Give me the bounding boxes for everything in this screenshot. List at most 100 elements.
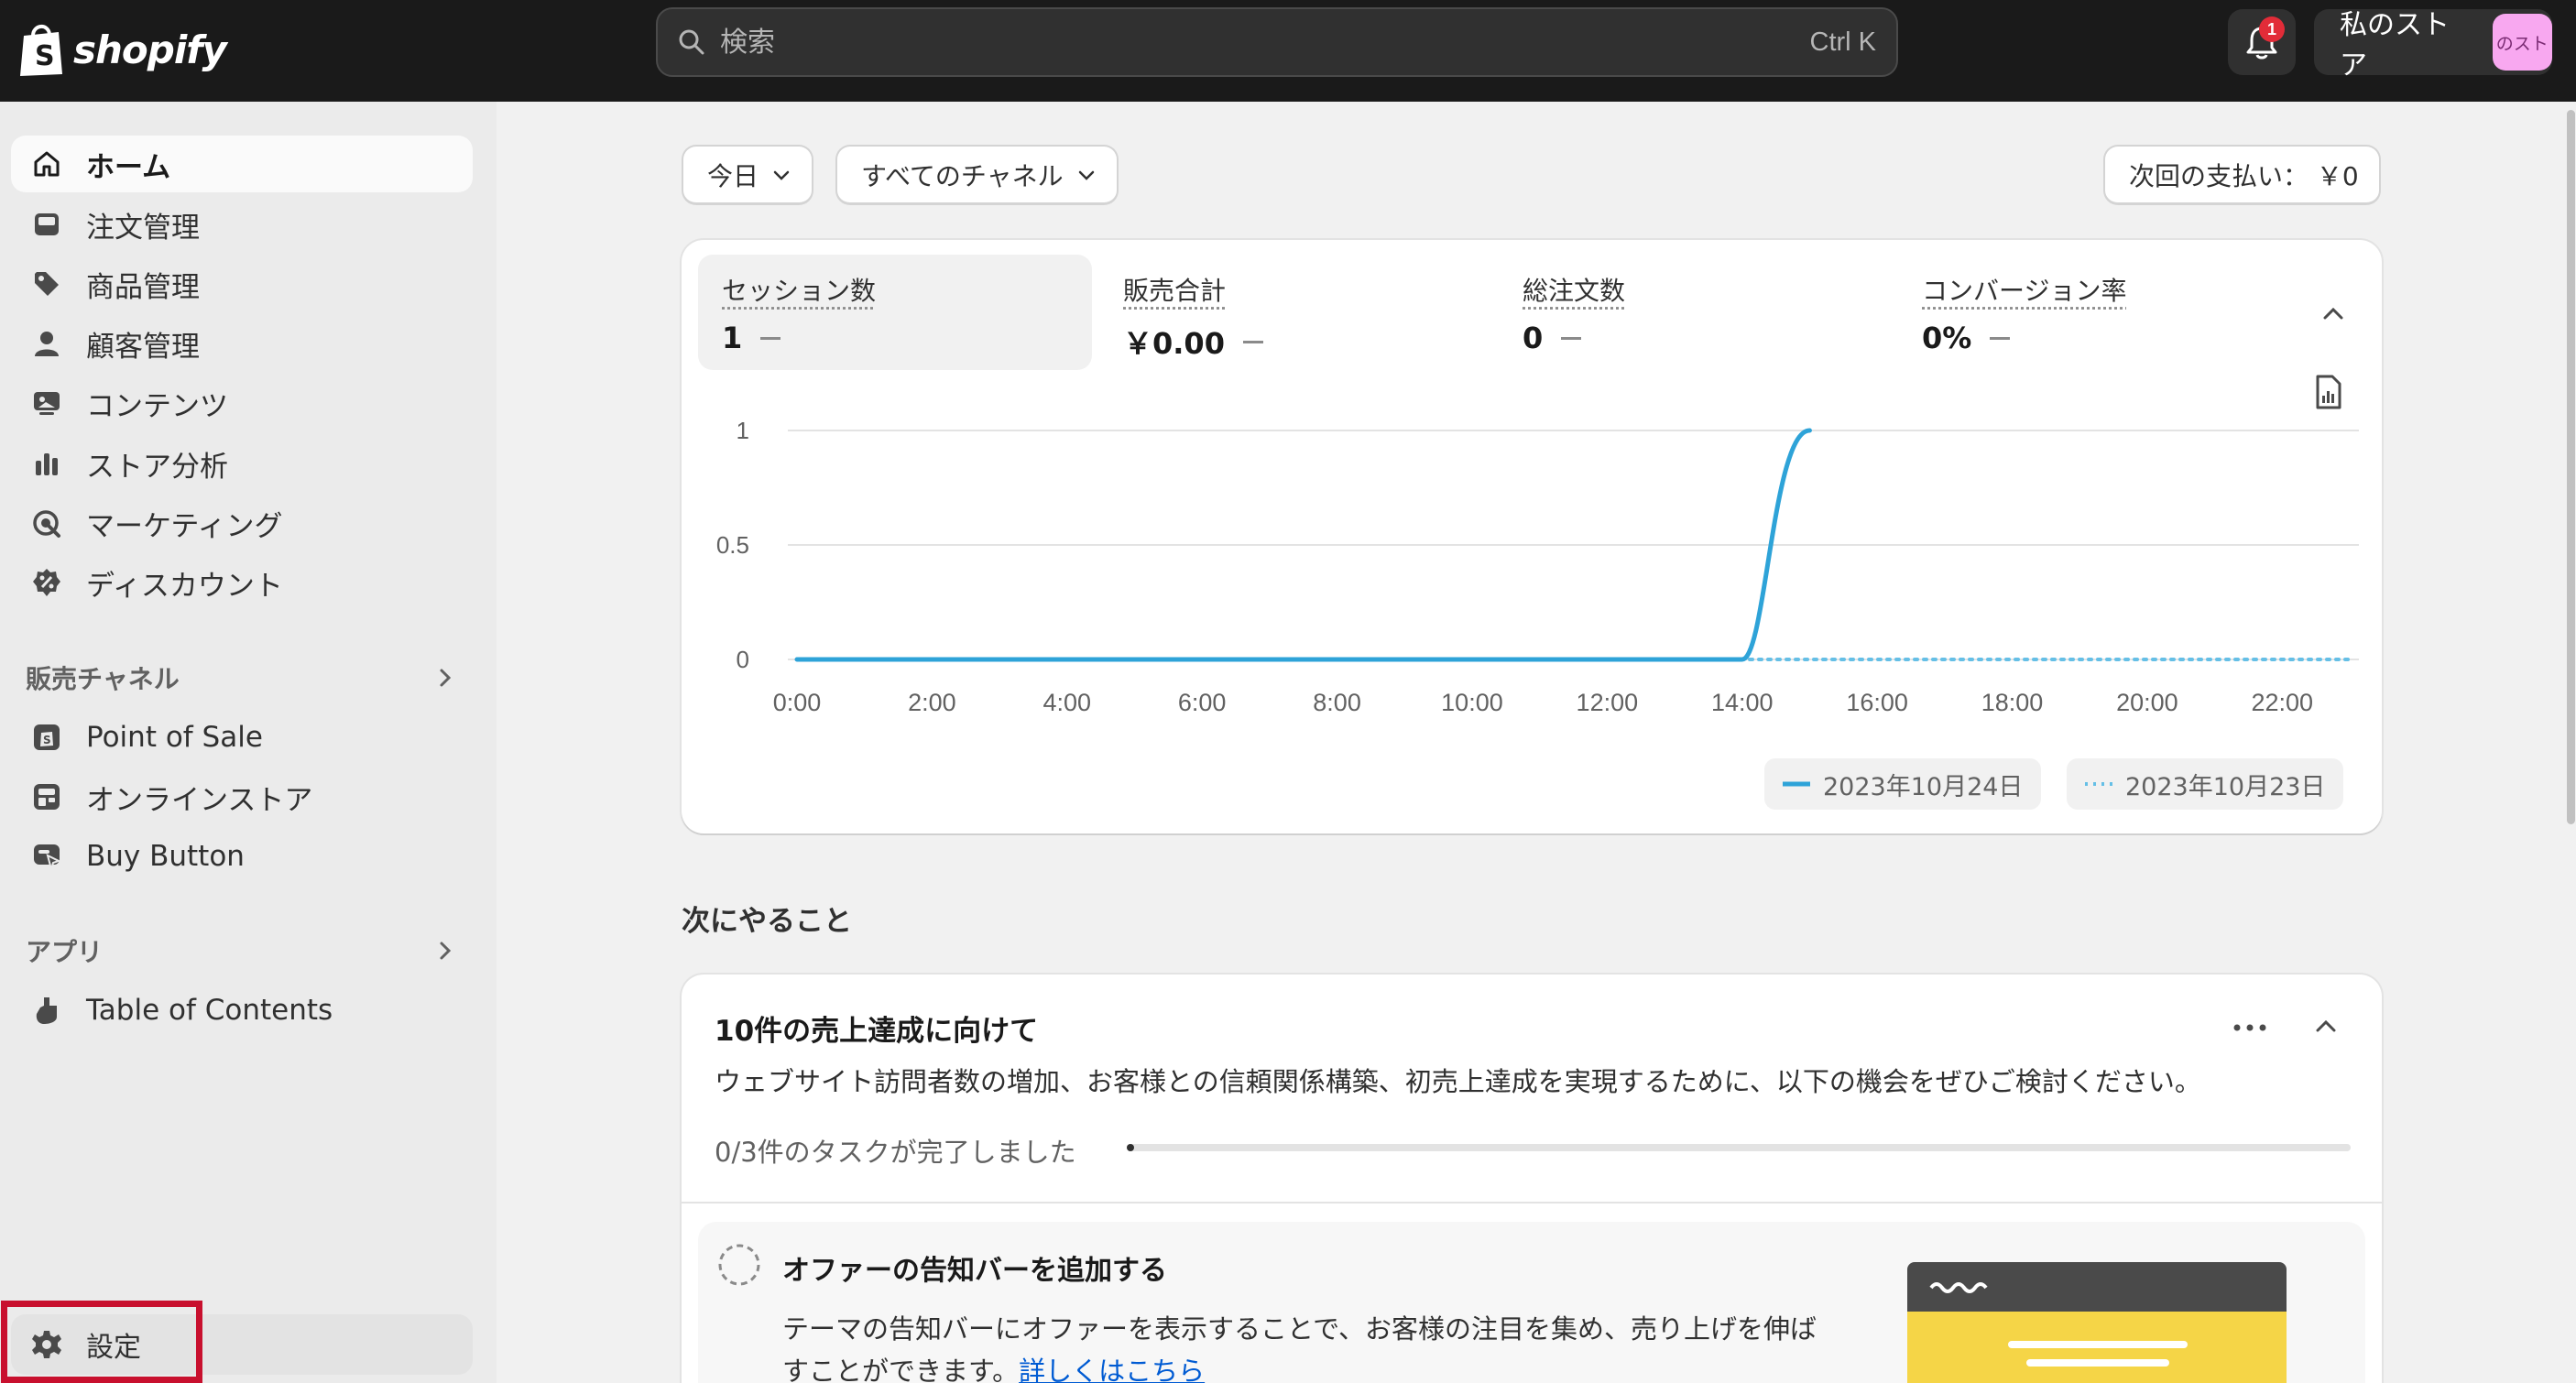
x-tick-label: 20:00 [2116, 689, 2178, 716]
trend-dash-icon [1561, 336, 1582, 340]
sessions-line-chart: 00.510:00 2:00 4:00 6:00 8:00 10:00 12:00 14:00… [716, 417, 2359, 716]
sales-channels-heading[interactable]: 販売チャネル [26, 655, 456, 701]
sidebar-item-label: 注文管理 [86, 211, 200, 245]
metric-sessions[interactable]: セッション数 1 [698, 255, 1092, 370]
y-tick-label: 1 [737, 417, 749, 444]
sidebar-item-label: マーケティング [86, 509, 283, 543]
trend-dash-icon [1990, 336, 2011, 340]
tag-icon [35, 272, 59, 296]
channel-select[interactable]: すべてのチャネル [835, 145, 1119, 205]
more-options-icon[interactable] [2232, 1018, 2268, 1037]
x-tick-label: 22:00 [2252, 689, 2314, 716]
discount-icon [33, 569, 60, 596]
sidebar-item-content[interactable]: コンテンツ [11, 375, 473, 431]
legend-item-previous[interactable]: 2023年10月23日 [2067, 758, 2344, 810]
progress-bar [1127, 1144, 2351, 1151]
store-menu-button[interactable]: 私のストア のスト [2314, 9, 2552, 82]
chevron-right-icon [440, 669, 452, 687]
gear-icon [32, 1331, 61, 1358]
search-icon [679, 29, 704, 55]
brand-name: shopify [73, 27, 227, 72]
sidebar-item-buy-button[interactable]: Buy Button [11, 828, 473, 885]
collapse-chevron-up-icon[interactable] [2318, 299, 2349, 330]
metric-value: 0 [1523, 321, 1544, 355]
date-range-select[interactable]: 今日 [682, 145, 814, 205]
metric-total-orders[interactable]: 総注文数 0 [1499, 255, 1893, 370]
next-payout-button[interactable]: 次回の支払い： ￥0 [2103, 145, 2381, 205]
sidebar-item-customers[interactable]: 顧客管理 [11, 315, 473, 372]
image-icon [34, 392, 60, 415]
legend-label: 2023年10月24日 [1823, 772, 2024, 801]
shopify-logo[interactable]: S shopify [18, 13, 227, 86]
sidebar-item-label: 商品管理 [86, 270, 200, 304]
sidebar-item-label: 設定 [86, 1332, 141, 1364]
progress-text: 0/3件のタスクが完了しました [715, 1137, 1076, 1168]
shopify-bag-icon: S [20, 25, 62, 76]
sidebar-item-marketing[interactable]: マーケティング [11, 495, 473, 551]
incomplete-circle-icon[interactable] [716, 1242, 762, 1288]
sidebar-item-products[interactable]: 商品管理 [11, 256, 473, 312]
chevron-right-icon [440, 942, 452, 960]
metric-total-sales[interactable]: 販売合計 ￥0.00 [1099, 255, 1493, 370]
legend-solid-line-icon [1783, 781, 1810, 787]
sidebar-item-orders[interactable]: 注文管理 [11, 196, 473, 253]
x-tick-label: 0:00 [773, 689, 822, 716]
next-payout-label: 次回の支払い： ￥0 [2129, 160, 2359, 191]
x-tick-label: 14:00 [1711, 689, 1774, 716]
announcement-bar-illustration [1907, 1262, 2287, 1383]
svg-text:S: S [43, 734, 51, 746]
sidebar-item-label: コンテンツ [86, 389, 228, 423]
sidebar-item-discounts[interactable]: ディスカウント [11, 554, 473, 611]
trend-dash-icon [760, 336, 781, 340]
top-bar: S shopify Ctrl K 1 私のストア のスト [0, 0, 2576, 102]
inbox-icon [35, 213, 59, 235]
trend-dash-icon [1242, 340, 1263, 343]
sidebar-item-settings[interactable]: 設定 [11, 1314, 473, 1375]
task-description: ウェブサイト訪問者数の増加、お客様との信頼関係構築、初売上達成を実現するために、… [715, 1066, 2201, 1097]
sidebar-item-home[interactable]: ホーム [11, 136, 473, 192]
divider [682, 1202, 2382, 1203]
collapse-chevron-up-icon[interactable] [2310, 1011, 2341, 1042]
metric-label: コンバージョン率 [1922, 276, 2127, 306]
search-input[interactable] [720, 26, 1810, 59]
scrollbar-thumb[interactable] [2567, 110, 2575, 824]
metric-label: セッション数 [722, 276, 877, 306]
sidebar-item-label: 顧客管理 [86, 330, 200, 364]
svg-text:S: S [35, 40, 55, 72]
metric-value: 0% [1922, 321, 1972, 355]
store-name: 私のストア [2340, 9, 2450, 82]
bar-chart-icon [36, 453, 58, 475]
sidebar-item-analytics[interactable]: ストア分析 [11, 435, 473, 492]
offer-description: テーマの告知バーにオファーを表示することで、お客様の注目を集め、売り上げを伸ばす… [782, 1308, 1817, 1383]
sidebar-item-table-of-contents[interactable]: Table of Contents [11, 982, 473, 1039]
sidebar-item-point-of-sale[interactable]: S Point of Sale [11, 709, 473, 766]
sidebar-item-label: Buy Button [86, 840, 245, 873]
legend-item-current[interactable]: 2023年10月24日 [1764, 758, 2042, 810]
sales-channels-label: 販売チャネル [26, 664, 180, 694]
learn-more-link[interactable]: 詳しくはこちら [1019, 1356, 1205, 1383]
search-shortcut: Ctrl K [1809, 27, 1877, 57]
offer-title: オファーの告知バーを追加する [782, 1255, 1167, 1287]
search-bar[interactable]: Ctrl K [656, 7, 1898, 77]
x-tick-label: 10:00 [1441, 689, 1503, 716]
metric-value: 1 [722, 321, 743, 355]
home-icon [34, 151, 60, 177]
x-tick-label: 8:00 [1313, 689, 1361, 716]
notifications-button[interactable]: 1 [2228, 9, 2296, 75]
apps-heading[interactable]: アプリ [26, 928, 456, 974]
app-icon [36, 997, 57, 1024]
metric-conversion-rate[interactable]: コンバージョン率 0% [1898, 255, 2292, 370]
apps-label: アプリ [26, 937, 104, 967]
y-tick-label: 0 [737, 646, 749, 673]
date-range-label: 今日 [707, 160, 759, 191]
y-tick-label: 0.5 [716, 531, 749, 559]
target-icon [33, 510, 60, 538]
sidebar-item-online-store[interactable]: オンラインストア [11, 768, 473, 825]
metric-value: ￥0.00 [1123, 326, 1225, 361]
x-tick-label: 18:00 [1981, 689, 2044, 716]
metric-label: 総注文数 [1523, 276, 1626, 306]
x-tick-label: 16:00 [1846, 689, 1908, 716]
sidebar-item-label: Point of Sale [86, 721, 263, 754]
channel-label: すべてのチャネル [861, 160, 1064, 191]
task-title: 10件の売上達成に向けて [715, 1015, 1039, 1048]
